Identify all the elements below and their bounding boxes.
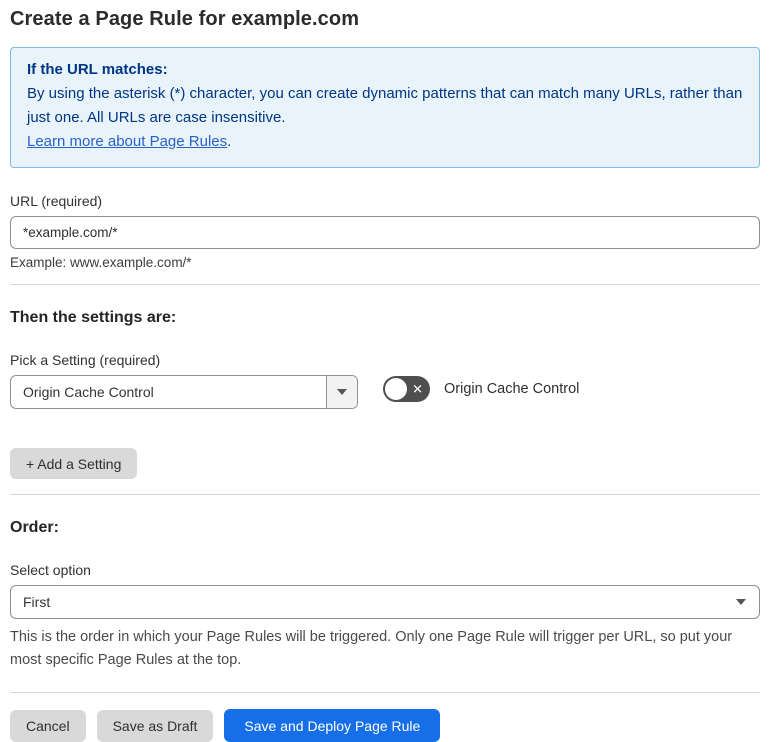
order-select-label: Select option: [10, 562, 91, 578]
learn-more-link[interactable]: Learn more about Page Rules: [27, 133, 227, 150]
save-as-draft-button[interactable]: Save as Draft: [96, 709, 214, 742]
info-box-body: By using the asterisk (*) character, you…: [27, 85, 743, 126]
save-and-deploy-button[interactable]: Save and Deploy Page Rule: [224, 709, 441, 742]
divider: [10, 692, 760, 693]
url-match-info-box: If the URL matches: By using the asteris…: [10, 47, 760, 168]
toggle-label: Origin Cache Control: [444, 380, 580, 397]
setting-select[interactable]: Origin Cache Control: [10, 375, 358, 409]
order-section-heading: Order:: [10, 519, 59, 536]
info-box-heading: If the URL matches:: [27, 61, 168, 78]
cancel-button[interactable]: Cancel: [10, 709, 86, 742]
order-help-text: This is the order in which your Page Rul…: [10, 629, 733, 668]
url-example-text: Example: www.example.com/*: [10, 255, 192, 270]
chevron-down-icon: [337, 389, 347, 395]
add-setting-button[interactable]: + Add a Setting: [10, 448, 138, 479]
setting-select-value: Origin Cache Control: [23, 384, 154, 400]
url-input[interactable]: [10, 216, 760, 249]
setting-row: Origin Cache Control ✕ Origin Cache Cont…: [10, 368, 760, 409]
settings-section-heading: Then the settings are:: [10, 309, 177, 326]
order-select-value: First: [23, 594, 51, 610]
info-link-row: Learn more about Page Rules.: [27, 130, 743, 154]
form-footer: Cancel Save as Draft Save and Deploy Pag…: [10, 709, 760, 742]
pick-setting-label: Pick a Setting (required): [10, 352, 161, 368]
order-select[interactable]: First: [10, 585, 760, 619]
link-period: .: [227, 133, 232, 150]
url-label: URL (required): [10, 193, 103, 209]
chevron-down-icon: [736, 599, 746, 605]
setting-select-arrow-button[interactable]: [326, 376, 357, 408]
divider: [10, 284, 760, 285]
origin-cache-control-toggle[interactable]: ✕: [383, 375, 430, 402]
toggle-off-x-icon: ✕: [412, 381, 423, 396]
create-page-rule-form: Create a Page Rule for example.com If th…: [0, 0, 770, 742]
page-title: Create a Page Rule for example.com: [10, 8, 360, 30]
toggle-knob: [385, 377, 407, 400]
divider: [10, 494, 760, 495]
